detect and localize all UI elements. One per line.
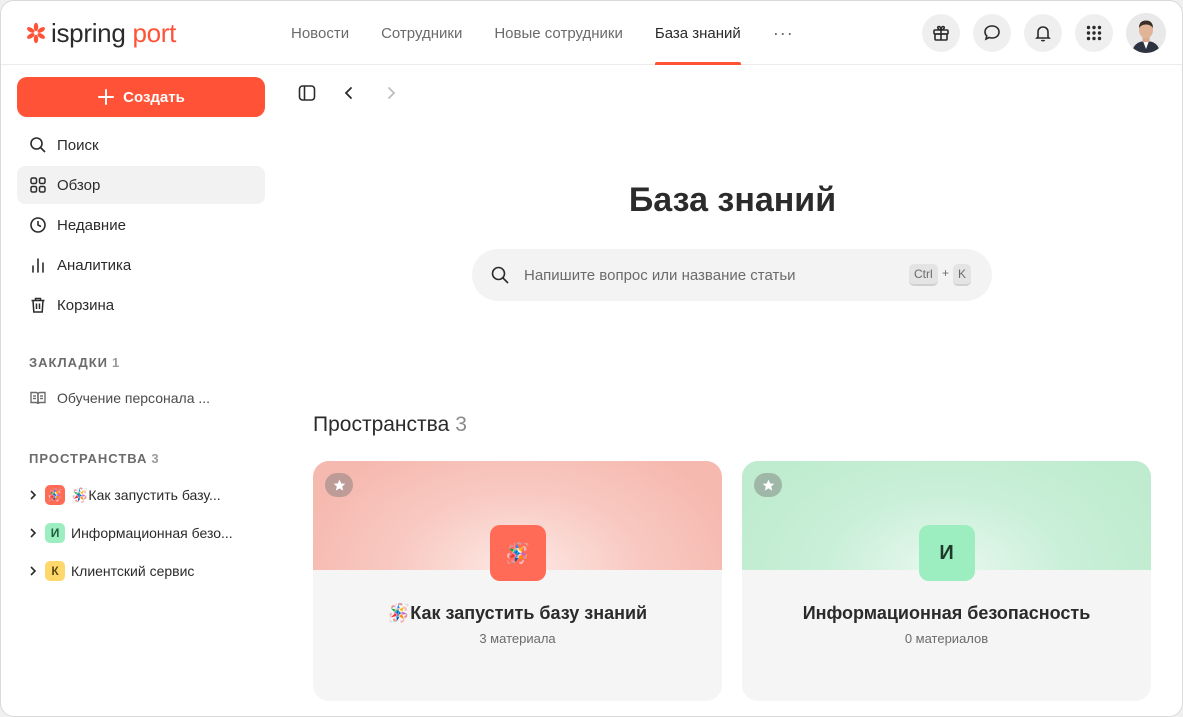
space-card-subtitle: 3 материала <box>479 631 556 646</box>
brand-logo[interactable]: ispring port <box>25 17 176 49</box>
chevron-right-icon[interactable] <box>27 489 39 501</box>
gift-icon <box>933 25 949 41</box>
brand-flower-icon <box>27 22 45 44</box>
app-window: ispring port Новости Сотрудники Новые со… <box>0 0 1183 717</box>
nav-new-employees[interactable]: Новые сотрудники <box>478 1 639 65</box>
main-nav: Новости Сотрудники Новые сотрудники База… <box>275 1 810 65</box>
star-icon <box>762 479 774 491</box>
apps-grid-icon <box>1086 25 1102 41</box>
shortcut-key-ctrl: Ctrl <box>909 264 938 286</box>
sidebar-toggle-icon[interactable] <box>297 83 317 103</box>
grid-icon <box>30 177 46 193</box>
star-icon <box>333 479 345 491</box>
page-title: База знаний <box>628 181 837 219</box>
apps-button[interactable] <box>1075 14 1113 52</box>
sidebar-item-overview[interactable]: Обзор <box>17 166 265 204</box>
space-label: Информационная безо... <box>71 525 233 541</box>
space-card[interactable]: И Информационная безопасность 0 материал… <box>742 461 1151 701</box>
shortcut-key-k: K <box>953 264 972 286</box>
forward-arrow-icon[interactable] <box>381 83 401 103</box>
nav-knowledge-base[interactable]: База знаний <box>639 1 757 65</box>
favorite-button[interactable] <box>325 473 353 497</box>
sidebar-item-trash[interactable]: Корзина <box>17 286 265 324</box>
sidebar-menu: Поиск Обзор Недавние Аналитика Корзина <box>17 126 265 326</box>
bookmark-item[interactable]: Обучение персонала ... <box>29 389 210 407</box>
sidebar-item-label: Недавние <box>57 216 126 234</box>
space-card-icon: И <box>918 525 975 581</box>
sidebar-space-item[interactable]: И Информационная безо... <box>27 514 267 552</box>
sidebar-item-search[interactable]: Поиск <box>17 126 265 164</box>
create-button-label: Создать <box>123 88 185 106</box>
chat-button[interactable] <box>973 14 1011 52</box>
top-header: ispring port Новости Сотрудники Новые со… <box>1 1 1182 65</box>
spaces-count: 3 <box>151 451 160 466</box>
notifications-button[interactable] <box>1024 14 1062 52</box>
user-avatar-icon <box>1126 13 1166 53</box>
bookmark-label: Обучение персонала ... <box>57 390 211 406</box>
brand-word-2: port <box>132 17 177 48</box>
bookmarks-count: 1 <box>112 355 121 370</box>
sidebar: Создать Поиск Обзор Недавние Аналитика К… <box>1 66 281 716</box>
favorite-button[interactable] <box>754 473 782 497</box>
gift-button[interactable] <box>922 14 960 52</box>
space-badge: 🪅 <box>45 485 65 505</box>
analytics-icon <box>32 258 44 273</box>
clock-icon <box>30 217 46 233</box>
header-actions <box>922 13 1166 53</box>
user-avatar[interactable] <box>1126 13 1166 53</box>
space-badge: К <box>45 561 65 581</box>
search-input[interactable] <box>524 249 884 301</box>
create-button[interactable]: Создать <box>17 77 265 117</box>
plus-icon <box>98 89 115 105</box>
sidebar-item-recent[interactable]: Недавние <box>17 206 265 244</box>
sidebar-item-label: Обзор <box>57 176 101 194</box>
nav-more-button[interactable]: ··· <box>757 1 810 65</box>
nav-news[interactable]: Новости <box>275 1 365 65</box>
spaces-heading-label: Пространства <box>313 413 450 436</box>
sidebar-space-item[interactable]: 🪅 🪅Как запустить базу... <box>27 476 267 514</box>
spaces-heading: Пространства 3 <box>313 413 467 437</box>
sidebar-space-item[interactable]: К Клиентский сервис <box>27 552 267 590</box>
spaces-title: ПРОСТРАНСТВА <box>29 451 148 466</box>
space-card[interactable]: 🪅 🪅Как запустить базу знаний 3 материала <box>313 461 722 701</box>
brand-word-1: ispring <box>51 17 126 48</box>
bookmarks-section-title: ЗАКЛАДКИ 1 <box>29 355 120 370</box>
space-card-subtitle: 0 материалов <box>904 631 989 646</box>
sidebar-item-label: Поиск <box>57 136 99 154</box>
chat-icon <box>984 25 1000 41</box>
chevron-right-icon[interactable] <box>27 565 39 577</box>
spaces-heading-count: 3 <box>455 413 467 436</box>
sidebar-item-analytics[interactable]: Аналитика <box>17 246 265 284</box>
book-icon <box>30 391 46 405</box>
bookmarks-title: ЗАКЛАДКИ <box>29 355 108 370</box>
chevron-right-icon[interactable] <box>27 527 39 539</box>
sidebar-item-label: Корзина <box>57 296 115 314</box>
search-icon <box>30 137 46 153</box>
space-card-icon: 🪅 <box>489 525 546 581</box>
space-label: 🪅Как запустить базу... <box>71 486 221 503</box>
sidebar-item-label: Аналитика <box>57 256 132 274</box>
space-card-title: 🪅Как запустить базу знаний <box>387 603 648 623</box>
bell-icon <box>1035 26 1051 42</box>
space-badge: И <box>45 523 65 543</box>
search-icon <box>491 266 509 284</box>
shortcut-plus: + <box>942 266 950 280</box>
knowledge-search[interactable]: Ctrl + K <box>472 249 992 301</box>
main-toolbar <box>297 83 401 103</box>
back-arrow-icon[interactable] <box>339 83 359 103</box>
spaces-section-title: ПРОСТРАНСТВА 3 <box>29 451 160 466</box>
nav-employees[interactable]: Сотрудники <box>365 1 478 65</box>
sidebar-spaces-list: 🪅 🪅Как запустить базу... И Информационна… <box>27 476 267 590</box>
trash-icon <box>31 297 45 313</box>
brand-name: ispring port <box>51 18 176 49</box>
space-card-title: Информационная безопасность <box>802 603 1091 623</box>
space-label: Клиентский сервис <box>71 563 195 579</box>
